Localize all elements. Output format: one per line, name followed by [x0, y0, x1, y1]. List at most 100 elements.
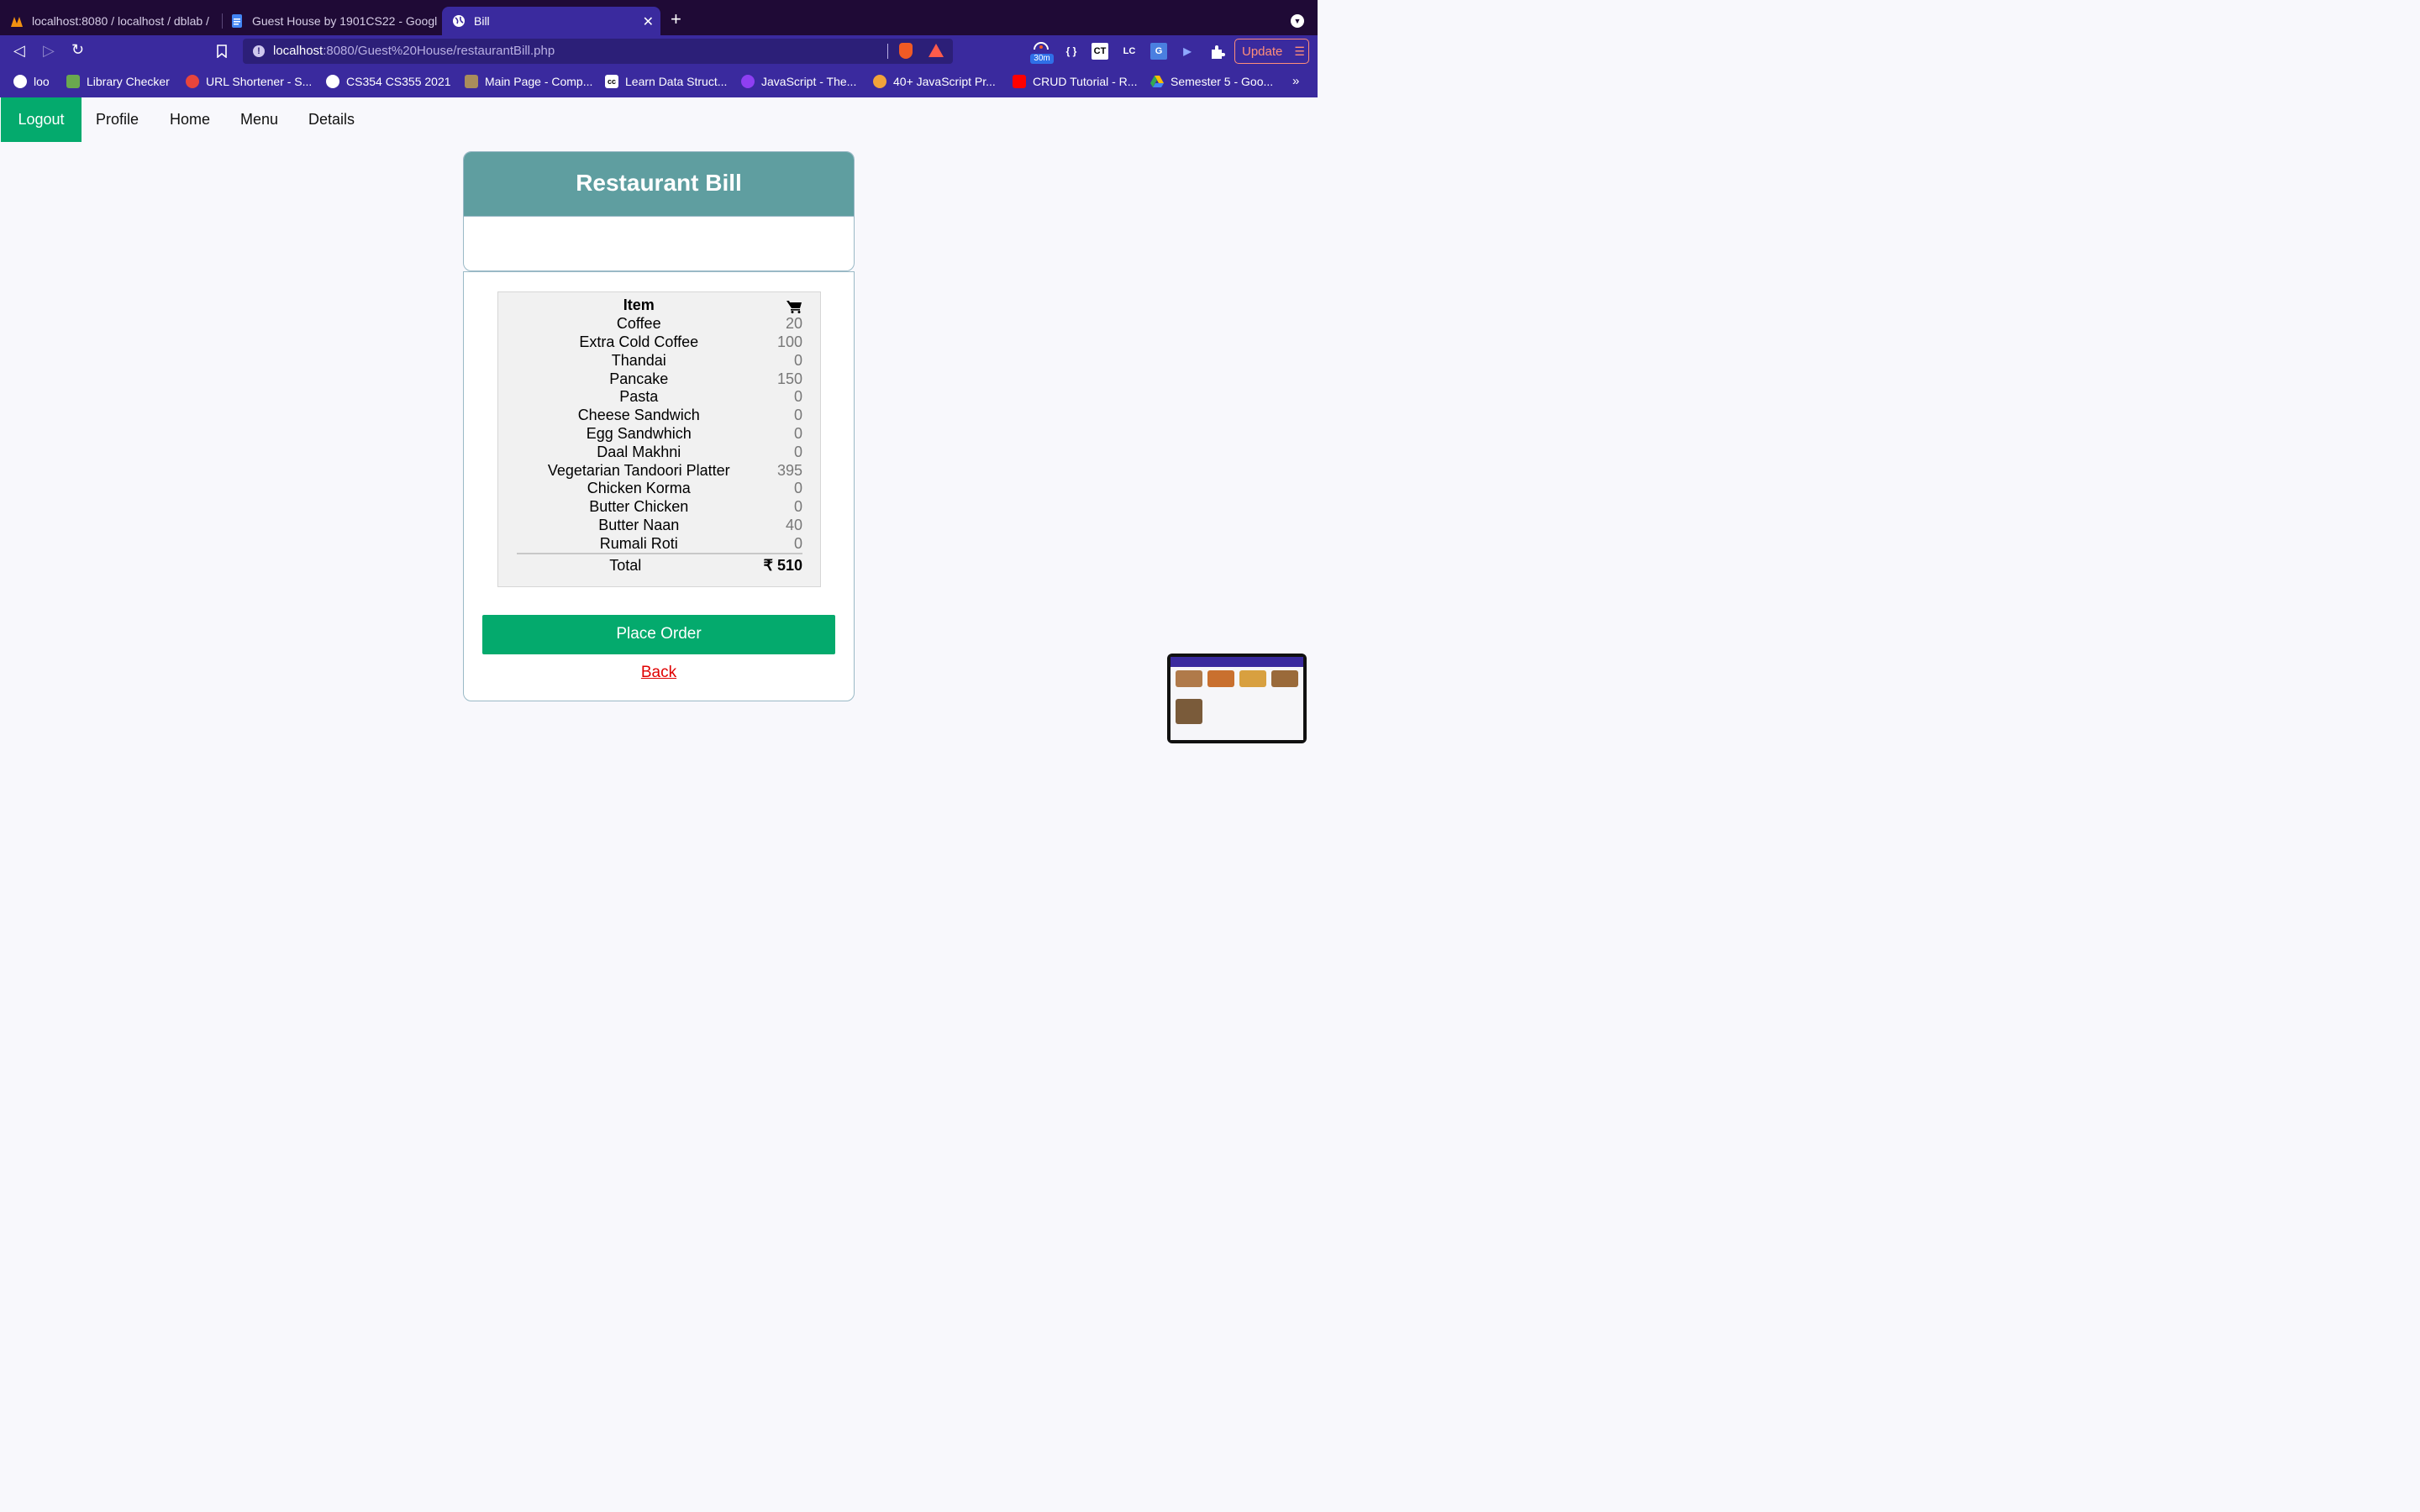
bookmark-item[interactable]: CS354 CS355 2021 [326, 75, 451, 88]
bookmarks-bar: loo Library Checker URL Shortener - S...… [0, 67, 1318, 97]
item-name: Coffee [616, 315, 661, 333]
bill-item-row: Pasta 0 [517, 388, 802, 407]
bookmark-icon[interactable] [217, 45, 227, 58]
thumbnail-page [1171, 657, 1303, 740]
item-name: Rumali Roti [599, 534, 678, 552]
new-tab-button[interactable]: + [671, 8, 681, 30]
tab-bill-active[interactable]: Bill ✕ [442, 7, 660, 35]
cart-column-header [760, 297, 802, 315]
json-extension-icon[interactable]: { } [1063, 43, 1080, 60]
back-link[interactable]: Back [464, 664, 854, 682]
item-amount: 0 [793, 351, 802, 369]
bookmark-item[interactable]: cc Learn Data Struct... [605, 75, 727, 88]
close-tab-icon[interactable]: ✕ [643, 13, 654, 30]
bookmark-item[interactable]: Library Checker [66, 75, 170, 88]
item-amount: 0 [793, 407, 802, 424]
reload-icon[interactable]: ↻ [71, 41, 84, 59]
brave-rewards-icon[interactable] [929, 44, 944, 57]
site-info-icon[interactable]: ! [253, 45, 265, 57]
bill-item-row: Daal Makhni 0 [517, 443, 802, 461]
item-amount: 395 [776, 461, 802, 479]
bookmark-label: JavaScript - The... [761, 75, 857, 88]
bill-item-row: Cheese Sandwich 0 [517, 407, 802, 425]
item-name: Cheese Sandwich [577, 407, 700, 424]
bookmark-label: CS354 CS355 2021 [346, 75, 451, 88]
globe-icon [453, 15, 465, 27]
bill-item-row: Butter Chicken 0 [517, 498, 802, 517]
shopping-cart-icon [786, 300, 802, 313]
thumbnail-food-image [1176, 670, 1202, 687]
thumbnail-food-image [1239, 670, 1266, 687]
nav-home[interactable]: Home [170, 97, 210, 142]
bookmark-item[interactable]: JavaScript - The... [741, 75, 856, 88]
more-bookmarks-chevron-icon[interactable]: » [1292, 74, 1299, 88]
page-title: Restaurant Bill [464, 152, 854, 217]
translate-extension-icon[interactable]: G [1150, 43, 1167, 60]
tab-title: Bill [474, 14, 490, 28]
cc-icon: cc [605, 75, 618, 88]
url-shortener-icon [186, 75, 199, 88]
extension-badge: 30m [1030, 54, 1054, 64]
bill-item-row: Butter Naan 40 [517, 517, 802, 535]
bookmark-item[interactable]: URL Shortener - S... [186, 75, 312, 88]
bookmark-label: Library Checker [87, 75, 170, 88]
item-amount: 0 [793, 498, 802, 516]
forward-arrow-icon[interactable]: ▷ [43, 42, 55, 60]
youtube-icon [1013, 75, 1026, 88]
window-preview-thumbnail[interactable] [1167, 654, 1307, 743]
bookmark-item[interactable]: loo [13, 75, 50, 88]
item-name: Egg Sandwhich [586, 424, 692, 442]
nav-details[interactable]: Details [308, 97, 355, 142]
bookmark-item[interactable]: 40+ JavaScript Pr... [873, 75, 996, 88]
nav-menu[interactable]: Menu [240, 97, 278, 142]
bookmark-label: Learn Data Struct... [625, 75, 728, 88]
bill-item-row: Chicken Korma 0 [517, 480, 802, 498]
bill-item-row: Egg Sandwhich 0 [517, 425, 802, 444]
url-text: localhost:8080/Guest%20House/restaurantB… [273, 44, 555, 58]
item-name: Chicken Korma [587, 480, 691, 497]
item-amount: 0 [793, 534, 802, 552]
play-extension-icon[interactable]: ▶ [1179, 43, 1196, 60]
bookmark-label: CRUD Tutorial - R... [1033, 75, 1138, 88]
tab-google-docs[interactable]: Guest House by 1901CS22 - Google Docs [220, 7, 437, 35]
bookmark-label: Semester 5 - Goo... [1171, 75, 1274, 88]
item-amount: 100 [776, 333, 802, 350]
bill-item-row: Thandai 0 [517, 351, 802, 370]
extension-ct-icon[interactable]: CT [1092, 43, 1108, 60]
bookmark-item[interactable]: Main Page - Comp... [465, 75, 592, 88]
item-name: Pasta [619, 388, 659, 406]
item-amount: 0 [793, 388, 802, 406]
tab-search-icon[interactable]: ▼ [1291, 14, 1304, 28]
bookmark-label: URL Shortener - S... [206, 75, 313, 88]
bill-table: Item Coffee 20 Extra Cold Coffee 100 Thandai… [517, 297, 802, 576]
google-drive-icon [1150, 76, 1164, 87]
total-label: Total [517, 553, 761, 576]
item-name: Butter Chicken [589, 498, 689, 516]
back-arrow-icon[interactable]: ◁ [13, 42, 25, 60]
item-amount: 0 [793, 424, 802, 442]
thumbnail-food-image [1207, 670, 1234, 687]
update-label: Update [1242, 44, 1283, 59]
bookmark-item[interactable]: Semester 5 - Goo... [1150, 75, 1273, 88]
item-name: Pancake [609, 370, 669, 387]
bill-rows: Coffee 20 Extra Cold Coffee 100 Thandai 0 Panc… [517, 315, 802, 554]
browser-tab-strip: localhost:8080 / localhost / dblab / Gue… [0, 0, 1318, 35]
item-amount: 0 [793, 443, 802, 460]
brave-shields-icon[interactable] [899, 43, 913, 59]
js-projects-icon [873, 75, 886, 88]
bookmark-label: loo [34, 75, 50, 88]
browser-toolbar: ◁ ▷ ↻ ! localhost:8080/Guest%20House/res… [0, 35, 1318, 67]
place-order-button[interactable]: Place Order [482, 615, 835, 654]
address-bar[interactable]: ! localhost:8080/Guest%20House/restauran… [243, 39, 953, 64]
nav-logout[interactable]: Logout [1, 97, 82, 142]
update-button[interactable]: Update ☰ [1234, 39, 1309, 64]
bookmark-item[interactable]: CRUD Tutorial - R... [1013, 75, 1137, 88]
total-value: ₹ 510 [760, 553, 802, 576]
total-row: Total ₹ 510 [517, 553, 802, 576]
item-name: Daal Makhni [597, 443, 681, 460]
extensions-puzzle-icon[interactable] [1210, 45, 1225, 60]
tab-phpmyadmin[interactable]: localhost:8080 / localhost / dblab / [0, 7, 217, 35]
leetcode-extension-icon[interactable]: LC [1121, 43, 1138, 60]
tab-title: Guest House by 1901CS22 - Google Docs [252, 14, 437, 28]
nav-profile[interactable]: Profile [96, 97, 139, 142]
